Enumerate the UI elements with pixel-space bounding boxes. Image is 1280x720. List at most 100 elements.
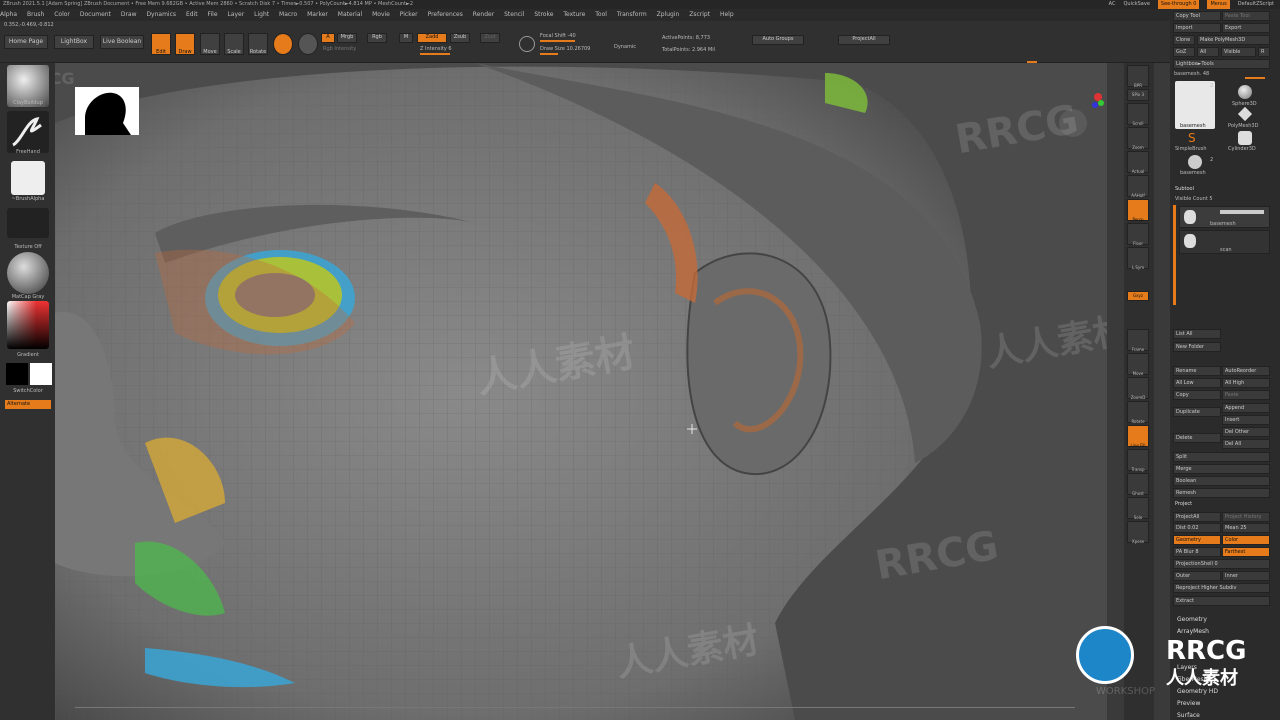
zadd-button[interactable]: Zadd (417, 33, 447, 43)
del-other-button[interactable]: Del Other (1222, 427, 1270, 437)
stroke-thumbnail-icon[interactable] (7, 111, 49, 153)
duplicate-button[interactable]: Duplicate (1173, 407, 1221, 417)
menu-file[interactable]: File (208, 11, 218, 18)
subtool-header[interactable]: Subtool (1173, 185, 1270, 195)
menu-stencil[interactable]: Stencil (504, 11, 524, 18)
secondary-color-swatch[interactable] (30, 363, 52, 385)
floor-button[interactable]: Floor (1127, 223, 1149, 246)
zsub-button[interactable]: Zsub (450, 33, 470, 43)
material-sphere-icon[interactable] (273, 33, 293, 55)
transp-button[interactable]: Transp (1127, 449, 1149, 472)
ghost-button[interactable]: Ghost (1127, 473, 1149, 496)
menu-movie[interactable]: Movie (372, 11, 390, 18)
copy-button[interactable]: Copy (1173, 390, 1221, 400)
extract-button[interactable]: Extract (1173, 596, 1270, 606)
tool-thumb-basemesh-icon[interactable] (1175, 81, 1215, 129)
home-page-button[interactable]: Home Page (4, 35, 48, 49)
project-all-button[interactable]: ProjectAll (838, 35, 890, 45)
scale-button[interactable]: Scale (224, 33, 244, 55)
draw-button[interactable]: Draw (175, 33, 195, 55)
draw-size-slider[interactable]: Draw Size 10.26709 (540, 46, 610, 55)
zoom-button[interactable]: Zoom (1127, 127, 1149, 150)
lightbox-button[interactable]: LightBox (54, 35, 94, 49)
paste-button[interactable]: Paste (1222, 390, 1270, 400)
all-low-button[interactable]: All Low (1173, 378, 1221, 388)
alternate-button[interactable]: Alternate (5, 400, 51, 409)
goz-all-button[interactable]: All (1197, 47, 1219, 57)
rgb-intensity-slider[interactable]: Rgb Intensity (323, 46, 356, 52)
menu-preferences[interactable]: Preferences (428, 11, 463, 18)
geometry-toggle[interactable]: Geometry (1173, 535, 1221, 545)
tool-thumb-simplebrush-icon[interactable]: S (1188, 131, 1200, 145)
rename-button[interactable]: Rename (1173, 366, 1221, 376)
new-folder-button[interactable]: New Folder (1173, 342, 1221, 352)
menu-brush[interactable]: Brush (27, 11, 44, 18)
tool-thumb-sphere-icon[interactable] (1238, 85, 1252, 99)
dist-slider[interactable]: Dist 0.02 (1173, 523, 1221, 533)
m-button[interactable]: M (399, 33, 413, 43)
gxyz-button[interactable]: Gxyz (1127, 291, 1149, 301)
spix-button[interactable]: SPix 3 (1127, 89, 1149, 101)
menu-layer[interactable]: Layer (227, 11, 244, 18)
material-thumbnail-icon[interactable] (7, 252, 49, 294)
color-sphere-icon[interactable] (298, 33, 318, 55)
rgb-button[interactable]: Rgb (367, 33, 387, 43)
menu-dynamics[interactable]: Dynamics (146, 11, 176, 18)
outer-button[interactable]: Outer (1173, 571, 1221, 581)
subtool-row-scan[interactable]: scan (1179, 230, 1270, 254)
merge-button[interactable]: Merge (1173, 464, 1270, 474)
copy-tool-button[interactable]: Copy Tool (1173, 11, 1221, 21)
ac-button[interactable]: AC (1109, 0, 1116, 9)
color-picker[interactable] (7, 301, 49, 349)
menu-macro[interactable]: Macro (279, 11, 297, 18)
menu-light[interactable]: Light (254, 11, 269, 18)
a-button[interactable]: A (321, 33, 335, 43)
goz-button[interactable]: GoZ (1173, 47, 1195, 57)
goz-visible-button[interactable]: Visible (1221, 47, 1256, 57)
del-all-button[interactable]: Del All (1222, 439, 1270, 449)
import-button[interactable]: Import (1173, 23, 1221, 33)
dynamic-icon[interactable] (519, 36, 535, 52)
menu-help[interactable]: Help (720, 11, 734, 18)
project-history-button[interactable]: Project History (1222, 512, 1270, 522)
color-toggle[interactable]: Color (1222, 535, 1270, 545)
insert-button[interactable]: Insert (1222, 415, 1270, 425)
menu-alpha[interactable]: Alpha (0, 11, 17, 18)
lightbox-tools-button[interactable]: Lightbox►Tools (1173, 59, 1270, 69)
seethrough-slider[interactable]: See-through 0 (1157, 0, 1200, 9)
project-header[interactable]: Project (1173, 500, 1270, 510)
sculpt-viewport[interactable]: RRCG RRCG 人人素材 RRCG 人人素材 人人素材 (55, 63, 1107, 720)
projection-shell-slider[interactable]: ProjectionShell 0 (1173, 559, 1270, 569)
texture-thumbnail-icon[interactable] (7, 208, 49, 238)
project-all-panel-button[interactable]: ProjectAll (1173, 512, 1221, 522)
menu-color[interactable]: Color (54, 11, 70, 18)
dynamic-label[interactable]: Dynamic (614, 44, 636, 50)
menu-material[interactable]: Material (338, 11, 362, 18)
list-all-button[interactable]: List All (1173, 329, 1221, 339)
pa-blur-slider[interactable]: PA Blur 8 (1173, 547, 1221, 557)
gradient-label[interactable]: Gradient (4, 352, 52, 358)
all-high-button[interactable]: All High (1222, 378, 1270, 388)
surface-section[interactable]: Surface (1177, 712, 1200, 719)
menus-button[interactable]: Menus (1207, 0, 1230, 9)
persp-button[interactable]: Persp (1127, 199, 1149, 222)
remesh-button[interactable]: Remesh (1173, 488, 1270, 498)
menu-picker[interactable]: Picker (400, 11, 418, 18)
zcut-button[interactable]: Zcut (480, 33, 500, 43)
menu-tool[interactable]: Tool (595, 11, 607, 18)
menu-draw[interactable]: Draw (121, 11, 137, 18)
menu-texture[interactable]: Texture (563, 11, 585, 18)
quicksave-button[interactable]: QuickSave (1123, 0, 1149, 9)
make-polymesh-button[interactable]: Make PolyMesh3D (1197, 35, 1270, 45)
edit-button[interactable]: Edit (151, 33, 171, 55)
solo-button[interactable]: Solo (1127, 497, 1149, 520)
farthest-toggle[interactable]: Farthest (1222, 547, 1270, 557)
subtool-scrollbar[interactable] (1173, 205, 1176, 305)
tool-thumb-basemesh2-icon[interactable] (1188, 155, 1202, 169)
menu-transform[interactable]: Transform (617, 11, 647, 18)
focal-shift-slider[interactable]: Focal Shift -40 (540, 33, 610, 42)
xpose-button[interactable]: Xpose (1127, 521, 1149, 544)
live-boolean-button[interactable]: Live Boolean (100, 35, 144, 49)
append-button[interactable]: Append (1222, 403, 1270, 413)
lsym-button[interactable]: L.Sym (1127, 247, 1149, 270)
